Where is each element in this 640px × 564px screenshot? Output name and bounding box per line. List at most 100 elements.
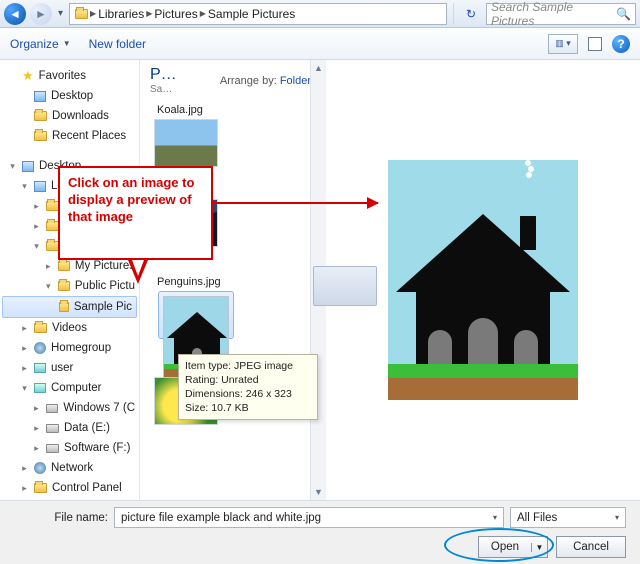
- search-placeholder: Search Sample Pictures: [491, 0, 616, 28]
- computer-icon: [34, 383, 46, 393]
- expander-icon[interactable]: ▸: [32, 400, 41, 416]
- breadcrumb-segment[interactable]: Pictures ▶: [154, 7, 206, 21]
- expander-icon[interactable]: ▾: [20, 380, 29, 396]
- open-dropdown[interactable]: ▼: [531, 543, 547, 552]
- sidebar-item[interactable]: ▾ Public Pictu: [0, 276, 139, 296]
- library-icon: [34, 181, 46, 192]
- search-icon: 🔍: [616, 7, 631, 21]
- annotation-arrow: [214, 202, 378, 204]
- view-mode-button[interactable]: ▥ ▾: [548, 34, 578, 54]
- folder-icon: [58, 261, 70, 271]
- folder-icon: [58, 281, 70, 291]
- expander-icon[interactable]: ▸: [20, 460, 29, 476]
- file-type-filter[interactable]: All Files▾: [510, 507, 626, 528]
- sidebar-item[interactable]: ★Favorites: [0, 66, 139, 86]
- star-icon: ★: [22, 70, 34, 82]
- annotation-text: Click on an image to display a preview o…: [68, 174, 203, 225]
- sidebar-item[interactable]: Sample Pic: [2, 296, 137, 318]
- chevron-down-icon: ▼: [63, 39, 71, 48]
- list-header: P… Sa… Arrange by: Folder ▼: [146, 64, 326, 97]
- sidebar-item-label: My Pictures: [75, 258, 135, 274]
- toolbar: Organize ▼ New folder ▥ ▾ ?: [0, 28, 640, 60]
- sidebar-item[interactable]: ▸Network: [0, 458, 139, 478]
- scrollbar[interactable]: ▲ ▼: [310, 60, 326, 500]
- help-button[interactable]: ?: [612, 35, 630, 53]
- history-dropdown-icon[interactable]: ▾: [56, 8, 65, 19]
- sidebar-item-label: Videos: [52, 320, 87, 336]
- new-folder-button[interactable]: New folder: [89, 37, 146, 51]
- computer-icon: [34, 363, 46, 373]
- sidebar-item[interactable]: ▸ Videos: [0, 318, 139, 338]
- sidebar-item[interactable]: ▸user: [0, 358, 139, 378]
- sidebar-item[interactable]: ▸ Control Panel: [0, 478, 139, 498]
- chevron-down-icon[interactable]: ▾: [493, 513, 497, 522]
- search-input[interactable]: Search Sample Pictures 🔍: [486, 3, 636, 25]
- folder-icon: [34, 483, 47, 493]
- expander-icon[interactable]: ▸: [32, 420, 41, 436]
- sidebar-item-label: Public Pictu: [75, 278, 135, 294]
- sidebar-item[interactable]: ▸ Software (F:): [0, 438, 139, 458]
- expander-icon[interactable]: ▾: [8, 158, 17, 174]
- sidebar-item[interactable]: ▸ Data (E:): [0, 418, 139, 438]
- address-bar[interactable]: ▶ Libraries ▶ Pictures ▶ Sample Pictures: [69, 3, 447, 25]
- tooltip-line: Item type: JPEG image: [185, 359, 311, 373]
- thumbnail: [154, 119, 218, 167]
- main-area: ★Favorites Desktop Downloads Recent Places ▾…: [0, 60, 640, 500]
- sidebar-item-label: Computer: [51, 380, 102, 396]
- sidebar-item-label: Desktop: [51, 88, 93, 104]
- expander-icon[interactable]: ▾: [20, 178, 29, 194]
- breadcrumb-segment[interactable]: Libraries ▶: [98, 7, 152, 21]
- expander-icon[interactable]: ▸: [20, 320, 29, 336]
- library-subtitle: Sa…: [150, 84, 177, 95]
- refresh-button[interactable]: ↻: [460, 3, 482, 25]
- chevron-right-icon: ▶: [200, 9, 206, 18]
- tooltip-line: Size: 10.7 KB: [185, 401, 311, 415]
- cancel-button[interactable]: Cancel: [556, 536, 626, 558]
- forward-button[interactable]: ►: [30, 3, 52, 25]
- library-title: P…: [150, 66, 177, 84]
- sidebar-item[interactable]: ▸Windows 7 (C: [0, 398, 139, 418]
- expander-icon[interactable]: ▸: [20, 340, 29, 356]
- library-icon: [34, 91, 46, 102]
- folder-icon: [34, 131, 47, 141]
- sidebar-item-label: Data (E:): [64, 420, 110, 436]
- sidebar-item[interactable]: Desktop: [0, 86, 139, 106]
- file-list: P… Sa… Arrange by: Folder ▼ Koala.jpg Pe…: [140, 60, 326, 500]
- sidebar-item-label: Recent Places: [52, 128, 126, 144]
- chevron-down-icon[interactable]: ▾: [615, 513, 619, 522]
- bottom-bar: File name: picture file example black an…: [0, 500, 640, 564]
- annotation-callout: Click on an image to display a preview o…: [58, 166, 213, 260]
- organize-button[interactable]: Organize ▼: [10, 37, 71, 51]
- thumbnail-selected: [158, 291, 234, 339]
- file-item[interactable]: Koala.jpg: [154, 103, 326, 167]
- expander-icon[interactable]: ▾: [44, 278, 53, 294]
- sidebar-item[interactable]: ▾ Computer: [0, 378, 139, 398]
- sidebar-item[interactable]: Downloads: [0, 106, 139, 126]
- scrollbar-thumb[interactable]: [313, 266, 377, 306]
- preview-pane-toggle[interactable]: [588, 37, 602, 51]
- sidebar-item[interactable]: Recent Places: [0, 126, 139, 146]
- folder-icon: [34, 111, 47, 121]
- open-button[interactable]: Open ▼: [478, 536, 548, 558]
- expander-icon[interactable]: ▸: [20, 480, 29, 496]
- scroll-down-icon[interactable]: ▼: [311, 484, 326, 500]
- expander-icon[interactable]: ▸: [44, 258, 53, 274]
- network-icon: [34, 342, 46, 354]
- expander-icon[interactable]: ▾: [32, 238, 41, 254]
- expander-icon[interactable]: ▸: [32, 198, 41, 214]
- expander-icon[interactable]: ▸: [32, 440, 41, 456]
- sidebar-item-label: Software (F:): [64, 440, 130, 456]
- breadcrumb-segment[interactable]: Sample Pictures: [208, 7, 295, 21]
- sidebar-item-label: Control Panel: [52, 480, 122, 496]
- preview-image: [388, 160, 578, 400]
- file-label: Penguins.jpg: [154, 275, 326, 289]
- folder-icon: [34, 323, 47, 333]
- expander-icon[interactable]: ▸: [20, 360, 29, 376]
- filename-input[interactable]: picture file example black and white.jpg…: [114, 507, 504, 528]
- divider: [453, 3, 454, 25]
- sidebar-item[interactable]: ▸Homegroup: [0, 338, 139, 358]
- expander-icon[interactable]: ▸: [32, 218, 41, 234]
- scroll-up-icon[interactable]: ▲: [311, 60, 326, 76]
- tooltip-line: Dimensions: 246 x 323: [185, 387, 311, 401]
- back-button[interactable]: ◄: [4, 3, 26, 25]
